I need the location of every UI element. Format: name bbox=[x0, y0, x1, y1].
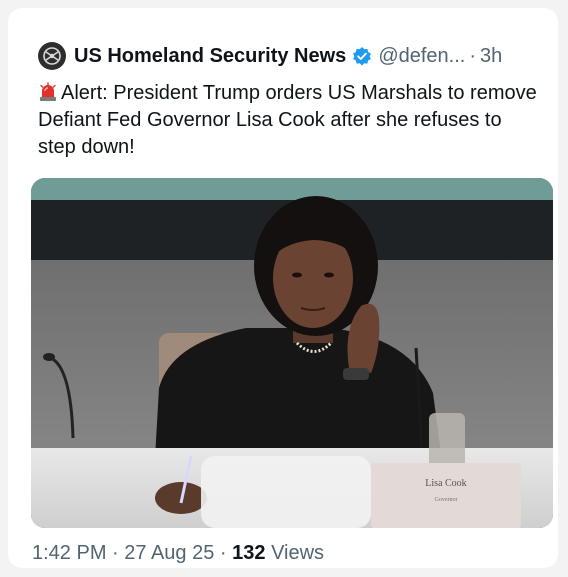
verified-badge-icon bbox=[352, 46, 372, 66]
globe-logo-icon bbox=[43, 47, 61, 65]
tweet-body: Alert: President Trump orders US Marshal… bbox=[38, 82, 537, 158]
header-separator: · bbox=[469, 44, 477, 67]
photo-lisa-cook: Lisa Cook Governor bbox=[31, 178, 553, 528]
nameplate-name: Lisa Cook bbox=[425, 478, 466, 489]
views-count: 132 bbox=[232, 542, 266, 564]
account-name[interactable]: US Homeland Security News bbox=[74, 45, 346, 68]
tweet-photo[interactable]: Lisa Cook Governor bbox=[31, 178, 553, 528]
account-handle[interactable]: @defen... bbox=[378, 45, 465, 68]
tweet-header: US Homeland Security News @defen... · 3h bbox=[38, 41, 502, 71]
nameplate-title: Governor bbox=[435, 497, 458, 503]
tweet-timestamp[interactable]: 1:42 PM · 27 Aug 25 · bbox=[32, 542, 227, 564]
tweet-time[interactable]: 3h bbox=[480, 45, 502, 68]
account-avatar[interactable] bbox=[38, 42, 66, 70]
views-label: Views bbox=[271, 542, 325, 564]
police-siren-icon bbox=[38, 82, 58, 102]
tweet-card[interactable]: US Homeland Security News @defen... · 3h… bbox=[8, 8, 558, 568]
tweet-meta: 1:42 PM · 27 Aug 25 · 132 Views bbox=[32, 542, 324, 565]
tweet-text: Alert: President Trump orders US Marshal… bbox=[38, 80, 538, 161]
